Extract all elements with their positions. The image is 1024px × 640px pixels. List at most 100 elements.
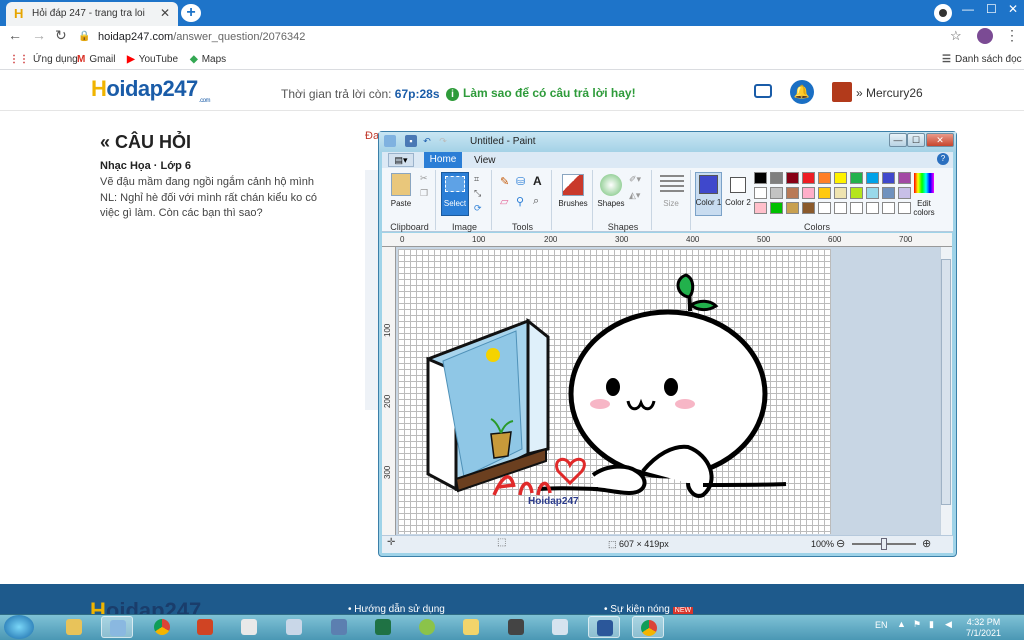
clock[interactable]: 4:32 PM 7/1/2021 — [966, 617, 1001, 639]
bookmark-star-icon[interactable]: ☆ — [950, 28, 962, 44]
color-picker-icon[interactable]: ⚲ — [516, 195, 524, 208]
undo-icon[interactable]: ↶ — [421, 135, 433, 147]
palette-swatch[interactable] — [754, 172, 767, 184]
palette-swatch[interactable] — [866, 202, 879, 214]
palette-swatch[interactable] — [802, 172, 815, 184]
fill-icon[interactable]: ⛁ — [516, 175, 525, 188]
close-tab-icon[interactable]: ✕ — [160, 6, 170, 20]
copy-icon[interactable]: ❐ — [420, 188, 428, 199]
shapes-button-label[interactable]: Shapes — [596, 199, 626, 208]
volume-icon[interactable]: ◀ — [945, 619, 952, 630]
maximize-icon[interactable]: ☐ — [986, 2, 997, 16]
forward-icon[interactable]: → — [32, 27, 46, 43]
text-icon[interactable]: A — [533, 174, 542, 188]
eraser-icon[interactable]: ▱ — [500, 195, 508, 208]
edit-colors-label[interactable]: Edit colors — [908, 199, 940, 217]
minimize-icon[interactable]: — — [962, 2, 974, 16]
bookmark-apps[interactable]: ⋮⋮ Ứng dụng — [9, 54, 78, 65]
taskbar-paint[interactable] — [101, 616, 133, 638]
palette-swatch[interactable] — [866, 172, 879, 184]
zoom-in-icon[interactable]: ⊕ — [922, 537, 931, 550]
resize-icon[interactable]: ⤡ — [474, 188, 481, 199]
taskbar-app[interactable] — [411, 616, 443, 638]
shapes-icon[interactable] — [600, 174, 622, 196]
tray-flag-icon[interactable]: ⚑ — [913, 619, 921, 630]
paint-close-icon[interactable]: ✕ — [926, 133, 954, 147]
reading-list[interactable]: ☰ Danh sách đọc — [942, 54, 1022, 65]
zoom-out-icon[interactable]: ⊖ — [836, 537, 845, 550]
brushes-icon[interactable] — [562, 174, 584, 196]
palette-swatch[interactable] — [754, 187, 767, 199]
taskbar-app[interactable] — [500, 616, 532, 638]
redo-icon[interactable]: ↷ — [437, 135, 449, 147]
taskbar-app[interactable] — [323, 616, 355, 638]
scrollbar-thumb[interactable] — [941, 259, 951, 505]
fill-shape-icon[interactable]: ◭▾ — [629, 190, 640, 201]
network-icon[interactable]: ▮ — [929, 619, 934, 630]
palette-swatch[interactable] — [850, 202, 863, 214]
paint-minimize-icon[interactable]: — — [889, 133, 907, 147]
palette-swatch[interactable] — [770, 187, 783, 199]
palette-swatch[interactable] — [818, 202, 831, 214]
new-tab-button[interactable]: + — [181, 4, 201, 22]
start-button[interactable] — [4, 615, 34, 639]
palette-swatch[interactable] — [898, 172, 911, 184]
chat-icon[interactable] — [754, 84, 772, 98]
outline-icon[interactable]: ✐▾ — [629, 174, 641, 185]
palette-swatch[interactable] — [882, 172, 895, 184]
color2-swatch[interactable] — [730, 177, 746, 193]
palette-swatch[interactable] — [882, 202, 895, 214]
paste-icon[interactable] — [391, 173, 411, 196]
pencil-icon[interactable]: ✎ — [500, 175, 509, 188]
user-avatar[interactable] — [832, 82, 852, 102]
answer-hint-link[interactable]: i Làm sao để có câu trả lời hay! — [446, 86, 636, 101]
taskbar-excel[interactable] — [367, 616, 399, 638]
tray-expand-icon[interactable]: ▲ — [897, 619, 906, 629]
bookmark-gmail[interactable]: M Gmail — [77, 54, 115, 65]
reload-icon[interactable]: ↻ — [55, 27, 67, 44]
cast-icon[interactable] — [934, 4, 952, 22]
language-indicator[interactable]: EN — [875, 620, 888, 630]
taskbar-app[interactable] — [544, 616, 576, 638]
palette-swatch[interactable] — [786, 187, 799, 199]
palette-swatch[interactable] — [834, 202, 847, 214]
address-bar[interactable]: 🔒 hoidap247.com/answer_question/2076342 — [74, 28, 974, 46]
palette-swatch[interactable] — [882, 187, 895, 199]
profile-avatar[interactable] — [977, 28, 993, 44]
save-icon[interactable]: ▪ — [405, 135, 417, 147]
palette-swatch[interactable] — [770, 202, 783, 214]
tab-view[interactable]: View — [474, 155, 496, 166]
browser-tab[interactable]: H Hỏi đáp 247 - trang tra loi ✕ — [6, 2, 178, 26]
paint-titlebar[interactable] — [379, 132, 956, 152]
crop-icon[interactable]: ⌗ — [474, 174, 479, 185]
palette-swatch[interactable] — [818, 187, 831, 199]
color2-label[interactable]: Color 2 — [724, 198, 752, 207]
palette-swatch[interactable] — [770, 172, 783, 184]
tab-home[interactable]: Home — [424, 152, 462, 168]
taskbar-chrome[interactable] — [146, 616, 178, 638]
palette-swatch[interactable] — [818, 172, 831, 184]
close-window-icon[interactable]: ✕ — [1008, 2, 1018, 16]
magnifier-icon[interactable]: ⌕ — [533, 195, 539, 208]
palette-swatch[interactable] — [802, 187, 815, 199]
palette-swatch[interactable] — [786, 202, 799, 214]
site-logo[interactable]: Hoidap247 .com — [91, 76, 211, 104]
paste-button-label[interactable]: Paste — [388, 199, 414, 208]
browser-menu-icon[interactable]: ⋮ — [1005, 27, 1019, 44]
size-icon[interactable] — [660, 175, 684, 195]
taskbar-app[interactable] — [455, 616, 487, 638]
palette-swatch[interactable] — [786, 172, 799, 184]
palette-swatch[interactable] — [866, 187, 879, 199]
bookmark-maps[interactable]: ◆ Maps — [190, 54, 226, 65]
help-icon[interactable]: ? — [937, 153, 949, 165]
user-menu[interactable]: » Mercury26 — [856, 86, 923, 100]
taskbar-app[interactable] — [233, 616, 265, 638]
cut-icon[interactable]: ✂ — [420, 173, 428, 184]
zoom-slider-thumb[interactable] — [881, 538, 887, 550]
palette-swatch[interactable] — [802, 202, 815, 214]
rotate-icon[interactable]: ⟳ — [474, 203, 482, 214]
palette-swatch[interactable] — [850, 187, 863, 199]
palette-swatch[interactable] — [898, 187, 911, 199]
size-button-label[interactable]: Size — [656, 199, 686, 208]
palette-swatch[interactable] — [754, 202, 767, 214]
